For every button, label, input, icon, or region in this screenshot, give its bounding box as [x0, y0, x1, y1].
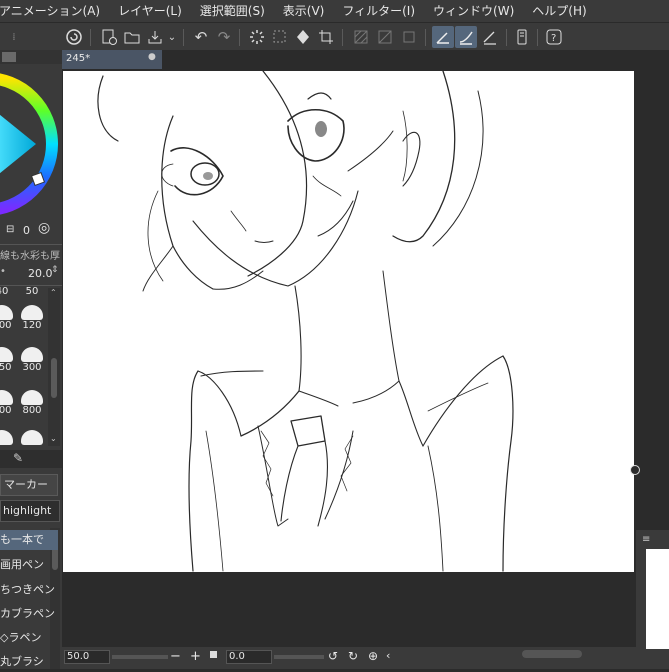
brush-size-cell[interactable]: [0, 430, 14, 445]
rotation-field[interactable]: 0.0: [226, 650, 272, 664]
menu-animation[interactable]: アニメーション(A): [0, 0, 109, 22]
brush-size-value: 20.0: [28, 267, 53, 280]
hatch-icon[interactable]: [350, 26, 372, 48]
menu-window[interactable]: ウィンドウ(W): [424, 0, 523, 22]
menu-bar: アニメーション(A) レイヤー(L) 選択範囲(S) 表示(V) フィルター(I…: [0, 0, 669, 22]
svg-text:?: ?: [551, 33, 556, 44]
help-icon[interactable]: ?: [543, 26, 565, 48]
right-panel: ≡: [630, 50, 669, 669]
tab-document[interactable]: 245* ●: [62, 50, 162, 69]
brush-size-cell[interactable]: 300: [20, 347, 44, 373]
panel-menu-icon[interactable]: [2, 52, 16, 62]
menu-filter[interactable]: フィルター(I): [333, 0, 424, 22]
brush-size-cell[interactable]: 600: [0, 390, 14, 416]
hatch-alt-icon[interactable]: [374, 26, 396, 48]
pen-snap-alt-icon[interactable]: [479, 26, 501, 48]
brush-size-cell[interactable]: [20, 430, 44, 445]
spiral-logo-icon[interactable]: [63, 26, 85, 48]
brush-size-cell[interactable]: 250: [0, 347, 14, 373]
zoom-out-icon[interactable]: −: [170, 649, 181, 664]
color-target-icon[interactable]: ◎: [38, 220, 50, 236]
square-icon[interactable]: [398, 26, 420, 48]
reset-rotation-icon[interactable]: ⊕: [368, 649, 378, 663]
brush-size-cell[interactable]: 50: [20, 286, 44, 297]
brush-size-cell[interactable]: 800: [20, 390, 44, 416]
device-icon[interactable]: [511, 26, 533, 48]
chevron-left-icon[interactable]: ‹: [386, 649, 390, 662]
color-wheel[interactable]: [0, 64, 62, 232]
redo-icon[interactable]: ↷: [213, 26, 235, 48]
open-folder-icon[interactable]: [121, 26, 143, 48]
crosshair-cursor-icon: [630, 465, 640, 475]
brush-size-cell[interactable]: 100: [0, 305, 14, 331]
brush-size-field[interactable]: • 20.0 ⇕: [0, 263, 60, 283]
panel-menu-icon[interactable]: ≡: [642, 534, 650, 545]
menu-selection[interactable]: 選択範囲(S): [191, 0, 274, 22]
menu-layer[interactable]: レイヤー(L): [109, 0, 191, 22]
rotation-slider[interactable]: [274, 655, 324, 659]
subtool-item[interactable]: ちつきペン: [0, 580, 58, 600]
spinner-icon[interactable]: ⇕: [51, 265, 59, 275]
navigator-preview[interactable]: [646, 549, 669, 649]
pen-snap-icon[interactable]: [455, 26, 477, 48]
drawing-canvas[interactable]: [63, 71, 634, 572]
left-panel: ⊟ 0 ◎ 線も水彩も厚 • 20.0 ⇕ ⌃ ⌄ 40 50 100 120 …: [0, 50, 62, 669]
subtool-item[interactable]: 画用ペン: [0, 555, 58, 575]
export-icon[interactable]: [144, 26, 166, 48]
zoom-field[interactable]: 50.0: [64, 650, 110, 664]
subtool-item[interactable]: 丸ブラシ: [0, 652, 58, 672]
fit-icon[interactable]: [210, 651, 217, 658]
brush-mode-label: 線も水彩も厚: [0, 251, 60, 261]
new-file-icon[interactable]: [98, 26, 120, 48]
grip-icon: ⁞: [12, 31, 16, 43]
fill-icon[interactable]: [292, 26, 314, 48]
navigator-panel: ≡: [636, 530, 669, 669]
rotate-right-icon[interactable]: ↻: [348, 649, 358, 663]
undo-icon[interactable]: ↶: [190, 26, 212, 48]
crop-icon[interactable]: [315, 26, 337, 48]
brush-size-scrollbar[interactable]: ⌃ ⌄: [48, 288, 60, 446]
color-swatch-icon[interactable]: ⊟: [6, 224, 14, 235]
brush-size-cell[interactable]: 120: [20, 305, 44, 331]
pen-tool-icon[interactable]: ✎: [13, 451, 23, 465]
subtool-item[interactable]: カブラペン: [0, 604, 58, 624]
command-bar: ⁞ ⌄ ↶ ↷ ?: [0, 22, 669, 51]
pen-ruler-icon[interactable]: [432, 26, 454, 48]
subtool-selected-field[interactable]: highlight: [0, 500, 60, 522]
transform-icon[interactable]: [269, 26, 291, 48]
dropdown-icon[interactable]: ⌄: [165, 26, 179, 48]
tool-tab-strip: ✎: [0, 450, 62, 468]
subtool-item[interactable]: も一本で: [0, 530, 58, 550]
menu-help[interactable]: ヘルプ(H): [523, 0, 595, 22]
rotate-left-icon[interactable]: ↺: [328, 649, 338, 663]
color-panel-header: [0, 50, 62, 64]
tool-group-label[interactable]: マーカー: [0, 474, 58, 496]
brush-size-cell[interactable]: 40: [0, 286, 14, 297]
horizontal-scrollbar[interactable]: [522, 650, 582, 658]
subtool-item[interactable]: ◇ラペン: [0, 628, 58, 648]
menu-view[interactable]: 表示(V): [274, 0, 334, 22]
loading-icon[interactable]: [246, 26, 268, 48]
zoom-in-icon[interactable]: +: [190, 649, 201, 664]
color-value: 0: [23, 224, 30, 237]
close-icon[interactable]: ●: [148, 52, 156, 62]
document-tab-title: 245*: [66, 53, 91, 64]
status-bar: 50.0 − + 0.0 ↺ ↻ ⊕ ‹: [62, 647, 636, 669]
zoom-slider[interactable]: [112, 655, 168, 659]
sketch-artwork: [97, 71, 514, 572]
